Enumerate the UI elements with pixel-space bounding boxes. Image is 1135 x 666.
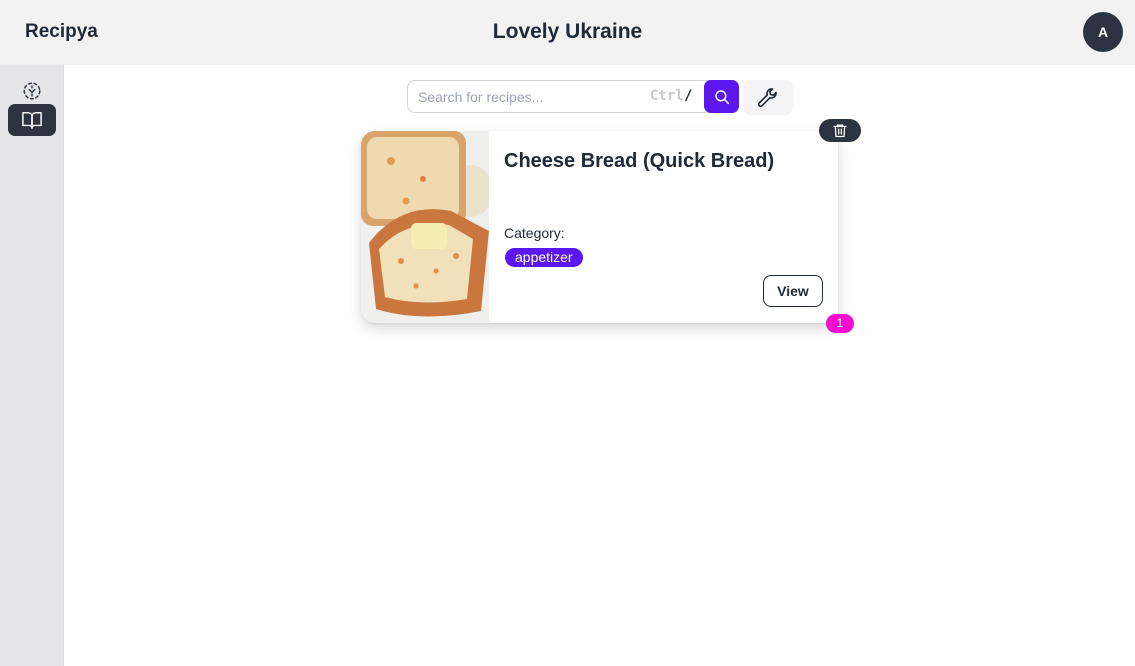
category-label: Category:	[504, 225, 565, 241]
search-bar: Ctrl /	[407, 80, 739, 113]
shortcut-key-ctrl: Ctrl	[650, 88, 684, 104]
view-button[interactable]: View	[763, 275, 823, 307]
sidebar	[0, 65, 64, 666]
search-icon	[714, 89, 729, 104]
book-open-icon	[22, 112, 42, 129]
search-input[interactable]	[418, 81, 643, 112]
shortcut-key-slash: /	[684, 88, 693, 104]
sidebar-item-scan[interactable]	[8, 75, 56, 107]
recipe-card[interactable]: Cheese Bread (Quick Bread) Category: app…	[361, 131, 838, 323]
category-tag[interactable]: appetizer	[505, 248, 583, 267]
delete-recipe-button[interactable]	[819, 119, 861, 142]
cheese-bread-photo	[361, 131, 493, 323]
user-avatar[interactable]: A	[1083, 12, 1123, 52]
count-badge: 1	[826, 314, 854, 333]
recipe-title: Cheese Bread (Quick Bread)	[504, 150, 775, 172]
top-navbar: Recipya Lovely Ukraine A	[0, 0, 1135, 65]
advanced-search-button[interactable]	[743, 80, 793, 115]
scan-icon	[23, 82, 41, 100]
page-title: Lovely Ukraine	[492, 20, 643, 43]
recipe-image	[361, 131, 493, 323]
sidebar-item-recipes[interactable]	[8, 104, 56, 136]
wrench-icon	[758, 87, 777, 107]
search-button[interactable]	[704, 80, 739, 113]
trash-icon	[833, 124, 847, 138]
